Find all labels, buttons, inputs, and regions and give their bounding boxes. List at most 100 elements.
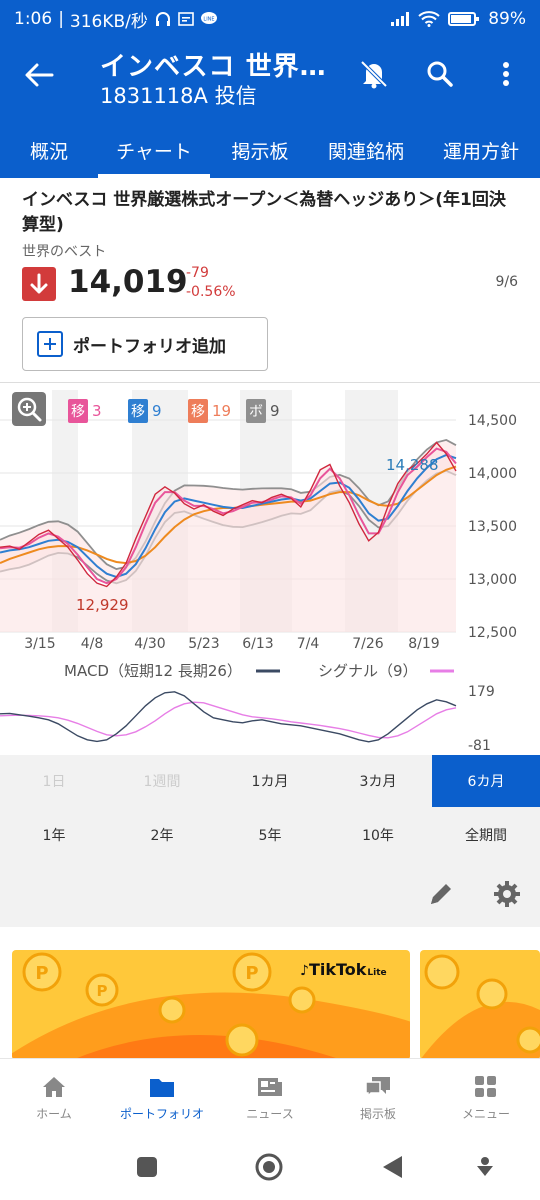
fund-nickname: 世界のベスト [22,244,107,260]
zoom-icon[interactable] [12,392,46,426]
y-tick-label: 13,500 [468,519,517,535]
price-change: -79 -0.56% [186,264,236,302]
period-3カ月[interactable]: 3カ月 [324,755,432,807]
y-tick-label: 13,000 [468,572,517,588]
add-box-icon [37,331,63,357]
annotation-low: 12,929 [76,596,129,614]
legend-ma19: 移 19 [188,398,231,424]
app-bar: インベスコ 世界… 1831118A 投信 [0,38,540,122]
nav-home[interactable]: ホーム [0,1059,108,1138]
period-1カ月[interactable]: 1カ月 [216,755,324,807]
x-tick-label: 7/26 [352,636,384,652]
back-arrow-icon[interactable] [22,58,56,92]
legend-bollinger: ボ 9 [246,398,280,424]
period-row: 1年 2年 5年 10年 全期間 [0,809,540,861]
tiktok-logo: ♪ TikTok Lite [300,960,387,979]
x-tick-label: 8/19 [408,636,439,652]
menu-grid-icon [475,1076,496,1097]
annotation-high: 14,288 [386,456,439,474]
nav-portfolio[interactable]: ポートフォリオ [108,1059,216,1138]
more-vert-icon[interactable] [488,56,524,92]
wifi-icon [418,11,440,27]
macd-tick: -81 [468,738,491,754]
battery-level: 89% [488,9,526,29]
home-icon [43,1077,65,1097]
tab-overview[interactable]: 概況 [0,122,98,178]
tab-bar: 概況 チャート 掲示板 関連銘柄 運用方針 [0,122,540,178]
status-time: 1:06 [14,9,53,29]
macd-tick: 179 [468,684,495,700]
x-tick-label: 7/4 [297,636,320,652]
settings-gear-icon[interactable] [492,879,522,909]
price-chart[interactable]: 12,500 13,000 13,500 14,000 14,500 3/15 4/8 4/3… [0,383,540,755]
tab-board[interactable]: 掲示板 [210,122,310,178]
x-tick-label: 4/30 [134,636,165,652]
period-6カ月[interactable]: 6カ月 [432,755,540,807]
x-tick-label: 5/23 [188,636,219,652]
period-1年[interactable]: 1年 [0,809,108,861]
period-row: 1日 1週間 1カ月 3カ月 6カ月 [0,755,540,807]
macd-line [0,691,457,743]
ad-banner[interactable]: P P P ♪ TikTok Lite [12,950,410,1060]
legend-tag: 移 [188,399,208,423]
period-1週間: 1週間 [143,774,181,790]
legend-ma3: 移 3 [68,398,102,424]
signal-line [0,701,457,739]
period-selector: 1日 1週間 1カ月 3カ月 6カ月 1年 2年 5年 10年 全期間 [0,755,540,927]
period-2年[interactable]: 2年 [108,809,216,861]
tab-related[interactable]: 関連銘柄 [310,122,422,178]
add-portfolio-label: ポートフォリオ追加 [73,336,226,357]
current-price: 14,019 [68,264,188,300]
ad-banner-next[interactable] [420,950,540,1060]
status-network-speed: 316KB/秒 [69,11,148,32]
period-5年[interactable]: 5年 [216,809,324,861]
svg-text:P: P [97,982,108,1000]
svg-text:P: P [35,963,48,984]
down-arrow-icon [22,267,56,301]
tab-chart[interactable]: チャート [98,122,210,178]
battery-icon [448,12,480,26]
legend-value: 9 [270,402,280,420]
status-bar: 1:06 | 316KB/秒 LINE 89% [0,0,540,38]
add-portfolio-button[interactable]: ポートフォリオ追加 [22,317,268,371]
period-10年[interactable]: 10年 [324,809,432,861]
nav-news[interactable]: ニュース [216,1059,324,1138]
legend-tag: 移 [68,399,88,423]
svg-text:LINE: LINE [203,17,214,23]
nav-board[interactable]: 掲示板 [324,1059,432,1138]
fund-name: インベスコ 世界厳選株式オープン＜為替ヘッジあり＞(年1回決算型) [22,190,506,235]
period-全期間[interactable]: 全期間 [432,809,540,861]
tab-policy[interactable]: 運用方針 [422,122,540,178]
edit-pencil-icon[interactable] [426,879,456,909]
legend-value: 19 [212,402,232,420]
fund-header: インベスコ 世界厳選株式オープン＜為替ヘッジあり＞(年1回決算型) 世界のベスト [22,188,522,261]
legend-value: 9 [152,402,162,420]
macd-label: MACD（短期12 長期26） [64,662,242,680]
assist-down-icon[interactable] [474,1156,496,1178]
x-tick-label: 3/15 [24,636,55,652]
bottom-nav: ホーム ポートフォリオ ニュース 掲示板 メニュー [0,1058,540,1138]
legend-tag: ボ [246,399,266,423]
home-circle-icon[interactable] [254,1152,284,1182]
y-tick-label: 14,000 [468,466,517,482]
x-tick-label: 4/8 [81,636,104,652]
news-icon [258,1078,282,1096]
price-change-value: -79 [186,265,209,281]
headphones-icon [155,12,170,26]
signal-icon [391,12,410,26]
nav-menu[interactable]: メニュー [432,1059,540,1138]
system-nav-bar [0,1138,540,1200]
signal-label: シグナル（9） [318,662,418,680]
price-date: 9/6 [495,274,518,290]
y-tick-label: 14,500 [468,413,517,429]
recents-square-icon[interactable] [136,1156,158,1178]
legend-value: 3 [92,402,102,420]
period-1日: 1日 [42,774,66,790]
x-tick-label: 6/13 [242,636,273,652]
search-icon[interactable] [422,56,458,92]
notification-off-icon[interactable] [356,56,392,92]
page-title: インベスコ 世界… [100,52,327,82]
back-triangle-icon[interactable] [380,1154,404,1180]
fund-code: 1831118A 投信 [100,84,257,108]
legend-tag: 移 [128,399,148,423]
